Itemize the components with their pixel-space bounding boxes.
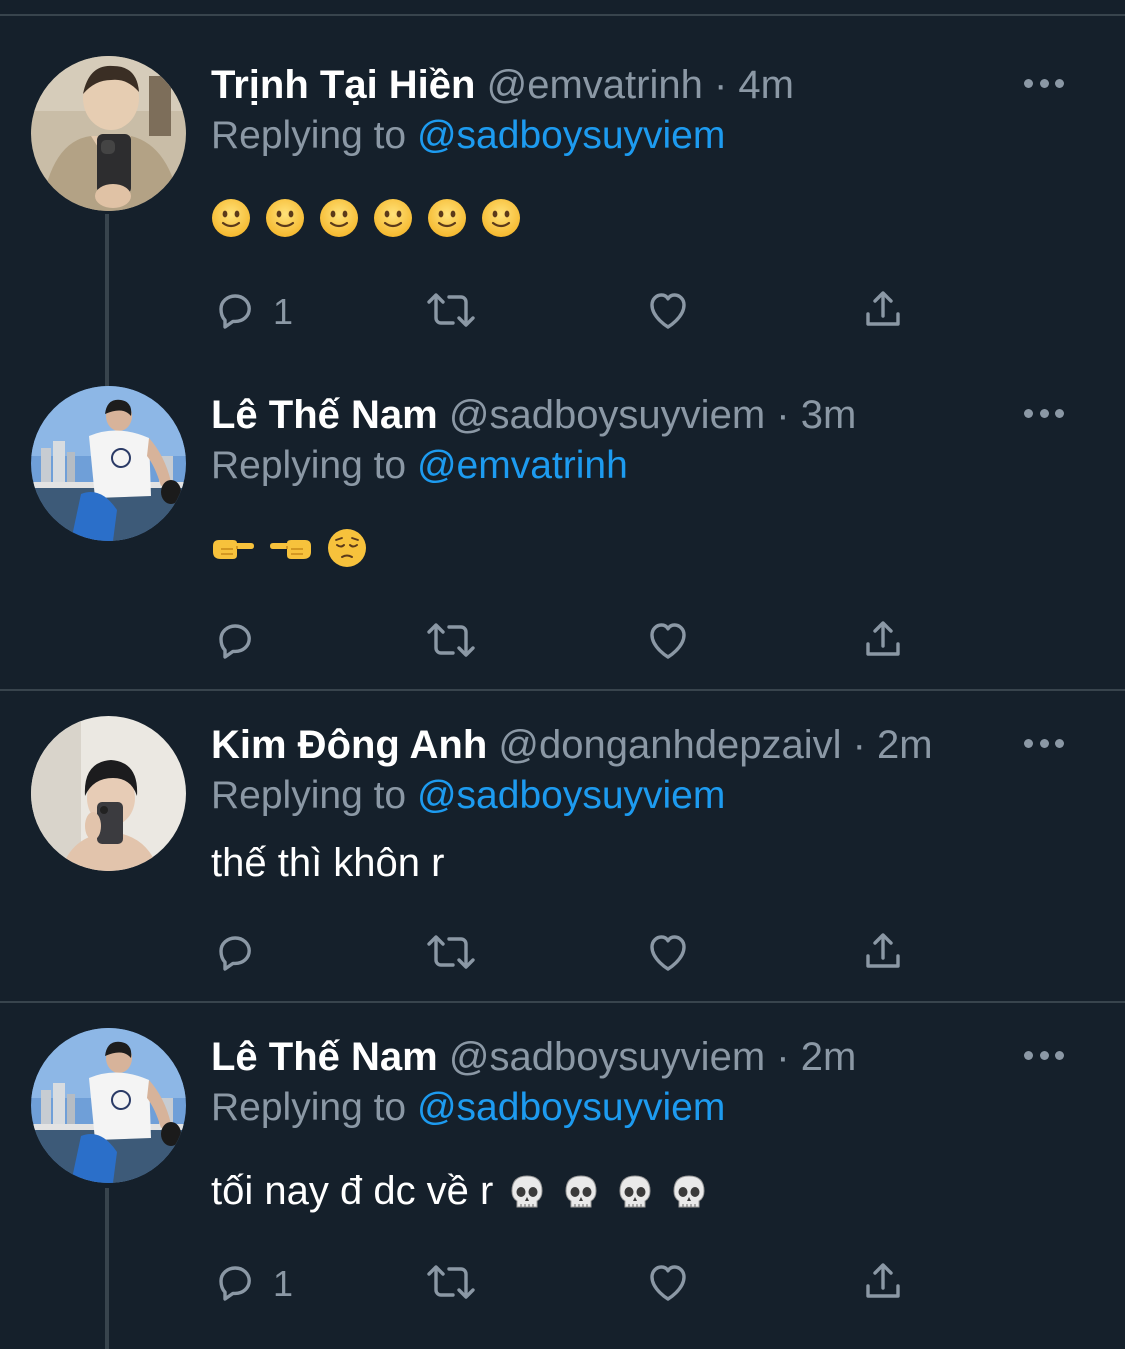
separator-dot: · xyxy=(713,63,728,107)
slightly-smiling-face-emoji xyxy=(319,198,359,238)
avatar[interactable] xyxy=(31,56,186,211)
timestamp[interactable]: 3m xyxy=(801,393,857,437)
like-icon xyxy=(643,1258,693,1311)
replying-to: Replying to @emvatrinh xyxy=(211,444,628,488)
tweet-emojis xyxy=(507,1173,709,1213)
tweet[interactable]: Lê Thế Nam @sadboysuyviem · 2m Replying … xyxy=(0,972,1125,1304)
pointing-right-emoji xyxy=(211,528,255,568)
tweet-header: Kim Đông Anh @donganhdepzaivl · 2m xyxy=(211,722,1035,768)
more-icon[interactable] xyxy=(1024,400,1064,426)
tweet-text-content: thế thì khôn r xyxy=(211,841,445,885)
avatar[interactable] xyxy=(31,716,186,871)
user-handle[interactable]: @sadboysuyviem xyxy=(449,393,765,437)
tweet[interactable]: Trịnh Tại Hiền @emvatrinh · 4m Replying … xyxy=(0,0,1125,332)
mention-link[interactable]: @sadboysuyviem xyxy=(417,1086,725,1129)
tweet-header: Lê Thế Nam @sadboysuyviem · 2m xyxy=(211,1034,1035,1080)
reply-icon xyxy=(211,1258,259,1311)
tweet-emojis xyxy=(211,526,367,570)
replying-prefix: Replying to xyxy=(211,114,407,157)
avatar[interactable] xyxy=(31,386,186,541)
timestamp[interactable]: 2m xyxy=(801,1035,857,1079)
skull-emoji xyxy=(615,1173,655,1213)
replying-prefix: Replying to xyxy=(211,1086,407,1129)
tweet-text-content: tối nay đ dc về r xyxy=(211,1169,494,1213)
skull-emoji xyxy=(561,1173,601,1213)
tweet-header: Trịnh Tại Hiền @emvatrinh · 4m xyxy=(211,62,1035,108)
skull-emoji xyxy=(669,1173,709,1213)
more-icon[interactable] xyxy=(1024,1042,1064,1068)
slightly-smiling-face-emoji xyxy=(265,198,305,238)
tweet[interactable]: Lê Thế Nam @sadboysuyviem · 3m Replying … xyxy=(0,330,1125,660)
mention-link[interactable]: @sadboysuyviem xyxy=(417,774,725,817)
reply-count: 1 xyxy=(273,1263,294,1304)
skull-emoji xyxy=(507,1173,547,1213)
pensive-face-emoji xyxy=(327,528,367,568)
pointing-left-emoji xyxy=(269,528,313,568)
replying-to: Replying to @sadboysuyviem xyxy=(211,114,725,158)
tweet-actions: 1 xyxy=(211,1257,931,1317)
retweet-button[interactable] xyxy=(423,1257,479,1311)
mention-link[interactable]: @sadboysuyviem xyxy=(417,114,725,157)
display-name[interactable]: Trịnh Tại Hiền xyxy=(211,63,475,107)
tweet-text: thế thì khôn r xyxy=(211,840,444,886)
tweet-emojis xyxy=(211,196,521,240)
tweet[interactable]: Kim Đông Anh @donganhdepzaivl · 2m Reply… xyxy=(0,660,1125,990)
slightly-smiling-face-emoji xyxy=(211,198,251,238)
user-handle[interactable]: @sadboysuyviem xyxy=(449,1035,765,1079)
separator-dot: · xyxy=(852,723,866,767)
slightly-smiling-face-emoji xyxy=(427,198,467,238)
share-icon xyxy=(859,1258,907,1311)
replying-prefix: Replying to xyxy=(211,444,407,487)
retweet-icon xyxy=(423,1258,479,1311)
timestamp[interactable]: 4m xyxy=(738,63,794,107)
display-name[interactable]: Lê Thế Nam xyxy=(211,393,438,437)
more-icon[interactable] xyxy=(1024,70,1064,96)
user-handle[interactable]: @donganhdepzaivl xyxy=(498,723,841,767)
more-icon[interactable] xyxy=(1024,730,1064,756)
separator-dot: · xyxy=(776,1035,790,1079)
avatar[interactable] xyxy=(31,1028,186,1183)
slightly-smiling-face-emoji xyxy=(373,198,413,238)
slightly-smiling-face-emoji xyxy=(481,198,521,238)
timestamp[interactable]: 2m xyxy=(877,723,933,767)
replying-prefix: Replying to xyxy=(211,774,407,817)
user-handle[interactable]: @emvatrinh xyxy=(487,63,703,107)
share-button[interactable] xyxy=(859,1257,907,1311)
replying-to: Replying to @sadboysuyviem xyxy=(211,774,725,818)
tweet-text: tối nay đ dc về r xyxy=(211,1168,709,1214)
replying-to: Replying to @sadboysuyviem xyxy=(211,1086,725,1130)
mention-link[interactable]: @emvatrinh xyxy=(417,444,628,487)
separator-dot: · xyxy=(776,393,790,437)
reply-count: 1 xyxy=(273,291,294,332)
display-name[interactable]: Lê Thế Nam xyxy=(211,1035,438,1079)
like-button[interactable] xyxy=(643,1257,693,1311)
display-name[interactable]: Kim Đông Anh xyxy=(211,723,487,767)
reply-button[interactable]: 1 xyxy=(211,1257,293,1311)
tweet-header: Lê Thế Nam @sadboysuyviem · 3m xyxy=(211,392,1035,438)
